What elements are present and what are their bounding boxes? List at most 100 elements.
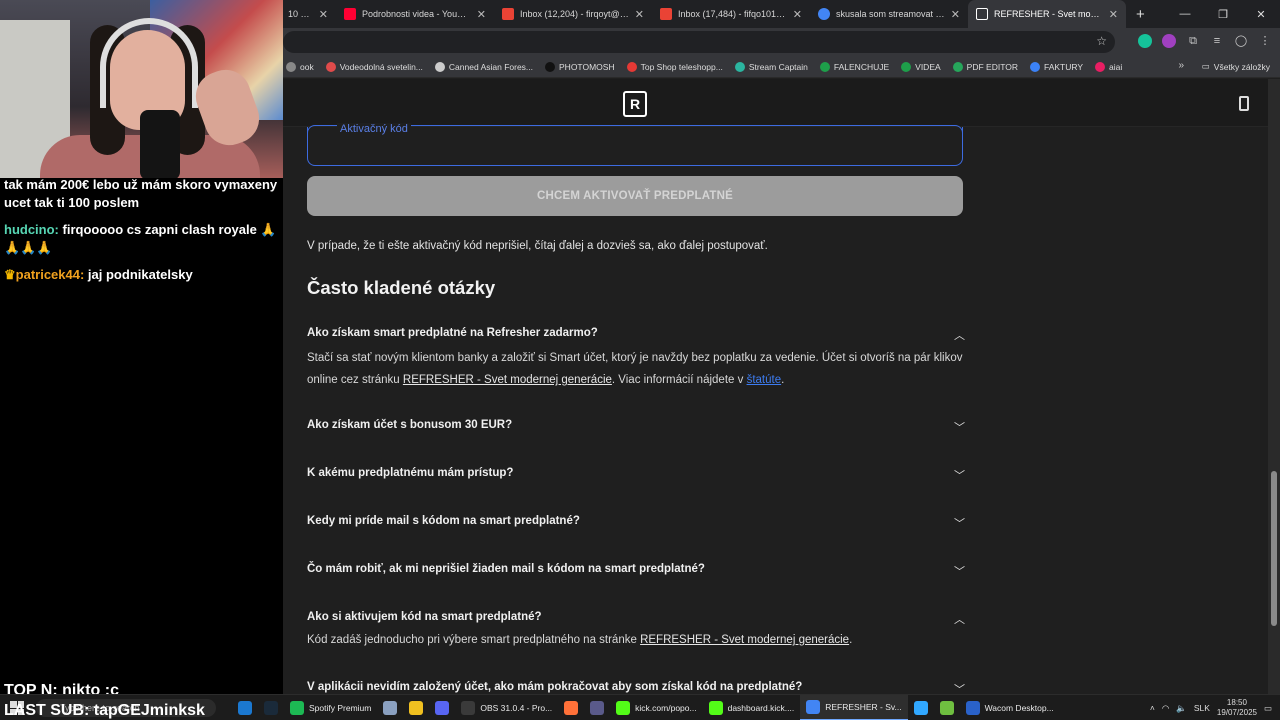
bookmark-favicon-icon — [734, 61, 745, 72]
app-icon — [435, 701, 450, 715]
faq-item-6[interactable]: Ako si aktivujem kód na smart predplatné… — [307, 611, 965, 651]
faq-item-3[interactable]: K akému predplatnému mám prístup? ﹀ — [307, 467, 965, 482]
bookmark-favicon-icon — [434, 61, 445, 72]
system-tray: ˄ ◠ 🔈 SLK 18:50 19/07/2025 ▭ — [1150, 695, 1272, 720]
taskbar-app[interactable] — [429, 695, 455, 720]
faq-question[interactable]: Ako získam účet s bonusom 30 EUR? — [307, 419, 965, 431]
faq-question[interactable]: Ako si aktivujem kód na smart predplatné… — [307, 611, 965, 623]
faq-item-5[interactable]: Čo mám robiť, ak mi neprišiel žiaden mai… — [307, 563, 965, 578]
menu-icon[interactable]: ⋮ — [1258, 34, 1272, 48]
bookmark-item[interactable]: Vodeodolná svetelin... — [325, 61, 423, 72]
tab-refresher[interactable]: REFRESHER - Svet modernej ge ✕ — [968, 0, 1126, 28]
all-bookmarks-button[interactable]: ▭ Všetky záložky — [1202, 61, 1270, 72]
bookmark-item[interactable]: PDF EDITOR — [952, 61, 1018, 72]
faq-question[interactable]: Kedy mi príde mail s kódom na smart pred… — [307, 515, 965, 527]
extension-icon[interactable] — [1162, 34, 1176, 48]
close-window-icon[interactable]: ✕ — [1242, 0, 1280, 28]
bookmark-favicon-icon — [1095, 61, 1106, 72]
close-icon[interactable]: ✕ — [951, 8, 960, 21]
tab-youtube-studio[interactable]: Podrobnosti videa - YouTube St ✕ — [336, 0, 494, 28]
taskbar-app[interactable] — [558, 695, 584, 720]
taskbar-app[interactable] — [908, 695, 934, 720]
faq-item-2[interactable]: Ako získam účet s bonusom 30 EUR? ﹀ — [307, 419, 965, 434]
taskbar-app[interactable] — [377, 695, 403, 720]
puzzle-icon[interactable]: ⧉ — [1186, 34, 1200, 48]
taskbar-app[interactable]: OBS 31.0.4 - Pro... — [455, 695, 558, 720]
media-icon[interactable]: ≡ — [1210, 34, 1224, 48]
extension-icons: ⧉ ≡ ◯ ⋮ — [1138, 34, 1272, 48]
chevron-down-icon[interactable]: ﹀ — [954, 563, 965, 579]
app-icon — [806, 700, 821, 714]
bookmark-favicon-icon — [626, 61, 637, 72]
faq-question[interactable]: V aplikácii nevidím založený účet, ako m… — [307, 681, 965, 693]
faq-question[interactable]: Ako získam smart predplatné na Refresher… — [307, 327, 965, 339]
address-bar[interactable]: ☆ — [283, 31, 1115, 53]
bookmark-item[interactable]: FALENCHUJE — [819, 61, 889, 72]
network-icon[interactable]: ◠ — [1162, 703, 1169, 714]
chevron-down-icon[interactable]: ﹀ — [954, 681, 965, 694]
scrollbar-thumb[interactable] — [1271, 471, 1277, 626]
faq-question[interactable]: Čo mám robiť, ak mi neprišiel žiaden mai… — [307, 563, 965, 575]
profile-icon[interactable]: ◯ — [1234, 34, 1248, 48]
bookmark-item[interactable]: Top Shop teleshopp... — [626, 61, 723, 72]
taskbar-app[interactable]: kick.com/popo... — [610, 695, 702, 720]
close-icon[interactable]: ✕ — [319, 8, 328, 21]
close-icon[interactable]: ✕ — [477, 8, 486, 21]
chevron-down-icon[interactable]: ﹀ — [954, 515, 965, 531]
app-icon — [965, 701, 980, 715]
faq-item-7[interactable]: V aplikácii nevidím založený účet, ako m… — [307, 681, 965, 694]
tab-gmail-1[interactable]: Inbox (12,204) - firqoyt@gmail ✕ — [494, 0, 652, 28]
refresher-link[interactable]: REFRESHER - Svet modernej generácie — [403, 374, 612, 386]
clock[interactable]: 18:50 19/07/2025 — [1217, 698, 1257, 718]
tab-google-search[interactable]: skusala som streamovat na twi ✕ — [810, 0, 968, 28]
minimize-icon[interactable]: — — [1166, 0, 1204, 28]
refresher-logo[interactable]: R — [623, 91, 647, 117]
activate-subscription-button[interactable]: CHCEM AKTIVOVAŤ PREDPLATNÉ — [307, 176, 963, 216]
taskbar-app[interactable] — [584, 695, 610, 720]
chevron-down-icon[interactable]: ﹀ — [954, 467, 965, 483]
taskbar-app[interactable] — [258, 695, 284, 720]
maximize-icon[interactable]: ❐ — [1204, 0, 1242, 28]
new-tab-icon[interactable]: + — [1136, 6, 1145, 23]
language-indicator[interactable]: SLK — [1194, 703, 1210, 713]
bookmark-favicon-icon — [545, 61, 556, 72]
taskbar-app[interactable]: Wacom Desktop... — [960, 695, 1060, 720]
notifications-icon[interactable]: ▭ — [1264, 703, 1272, 714]
close-icon[interactable]: ✕ — [1109, 8, 1118, 21]
chevron-up-icon[interactable]: ︿ — [954, 327, 965, 343]
faq-item-1[interactable]: Ako získam smart predplatné na Refresher… — [307, 327, 965, 391]
bookmark-item[interactable]: ook — [286, 61, 314, 72]
grammarly-icon[interactable] — [1138, 34, 1152, 48]
tab-gmail-2[interactable]: Inbox (17,484) - fifqo101@gma ✕ — [652, 0, 810, 28]
bookmark-item[interactable]: aiai — [1095, 61, 1122, 72]
tab-10-milion[interactable]: 10 MILIÓN ✕ — [280, 0, 336, 28]
faq-item-4[interactable]: Kedy mi príde mail s kódom na smart pred… — [307, 515, 965, 530]
bookmark-item[interactable]: VIDEA — [901, 61, 941, 72]
taskbar-app[interactable] — [232, 695, 258, 720]
chevron-up-icon[interactable]: ︿ — [954, 611, 965, 627]
faq-question[interactable]: K akému predplatnému mám prístup? — [307, 467, 965, 479]
app-icon — [409, 701, 424, 715]
close-icon[interactable]: ✕ — [793, 8, 802, 21]
bookmark-item[interactable]: PHOTOMOSH — [545, 61, 615, 72]
bookmark-item[interactable]: Canned Asian Fores... — [434, 61, 533, 72]
folder-icon: ▭ — [1201, 61, 1210, 71]
taskbar-app[interactable]: Spotify Premium — [284, 695, 377, 720]
bookmark-item[interactable]: FAKTURY — [1030, 61, 1083, 72]
bookmark-star-icon[interactable]: ☆ — [1096, 34, 1107, 48]
statute-link[interactable]: štatúte — [747, 374, 782, 386]
close-icon[interactable]: ✕ — [635, 8, 644, 21]
page-scrollbar[interactable] — [1268, 79, 1280, 694]
taskbar-app[interactable]: dashboard.kick.... — [703, 695, 801, 720]
more-bookmarks-icon[interactable]: » — [1178, 60, 1184, 71]
bookmark-item[interactable]: Stream Captain — [734, 61, 808, 72]
refresher-link[interactable]: REFRESHER - Svet modernej generácie — [640, 634, 849, 646]
app-icon — [264, 701, 278, 715]
taskbar-app[interactable] — [403, 695, 429, 720]
volume-icon[interactable]: 🔈 — [1176, 703, 1187, 714]
taskbar-app[interactable]: REFRESHER - Sv... — [800, 695, 908, 720]
chevron-up-icon[interactable]: ˄ — [1150, 703, 1155, 713]
phone-icon[interactable] — [1239, 96, 1249, 111]
chevron-down-icon[interactable]: ﹀ — [954, 419, 965, 435]
taskbar-app[interactable] — [934, 695, 960, 720]
